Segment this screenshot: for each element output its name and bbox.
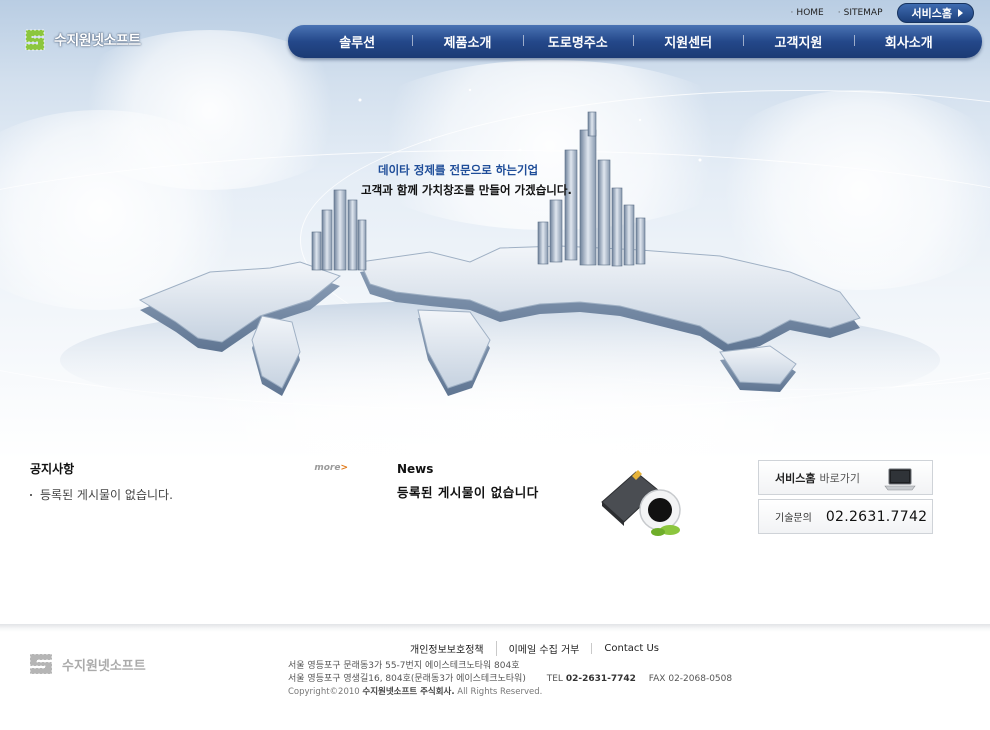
world-map-illustration xyxy=(60,88,940,420)
footer-logo: 수지원넷소프트 xyxy=(28,652,146,676)
home-link[interactable]: HOME xyxy=(791,8,823,18)
address-line-1: 서울 영등포구 문래동3가 55-7번지 에이스테크노타워 804호 xyxy=(288,660,732,673)
nav-item-customer-support[interactable]: 고객지원 xyxy=(743,32,853,51)
nav-item-solution[interactable]: 솔루션 xyxy=(302,32,412,51)
tech-support-label: 기술문의 xyxy=(775,513,812,524)
fax-number: 02-2068-0508 xyxy=(668,674,733,684)
laptop-icon xyxy=(884,468,916,491)
service-home-button[interactable]: 서비스홈 xyxy=(896,3,974,23)
stationery-illustration xyxy=(601,470,681,536)
slogan: 데이타 정제를 전문으로 하는기업 고객과 함께 가치창조를 만들어 가겠습니다… xyxy=(361,160,572,200)
fax-label: FAX xyxy=(648,674,666,684)
arrow-right-icon xyxy=(958,9,963,17)
bullet-icon xyxy=(30,493,32,496)
more-label: more xyxy=(314,463,341,473)
service-home-label: 서비스홈 xyxy=(911,7,952,20)
address-line-2: 서울 영등포구 영생길16, 804호(문래동3가 에이스테크노타워) TEL … xyxy=(288,673,732,686)
notice-more-link[interactable]: more> xyxy=(314,463,348,473)
service-home-shortcut[interactable]: 서비스홈 바로가기 xyxy=(758,460,933,495)
news-empty-message: 등록된 게시물이 없습니다 xyxy=(397,485,539,500)
copyright-prefix: Copyright©2010 xyxy=(288,687,360,697)
footer-divider xyxy=(0,624,990,632)
hero-banner: 수지원넷소프트 HOME SITEMAP 서비스홈 솔루션 제품소개 도로명주소… xyxy=(0,0,990,460)
utility-nav: HOME SITEMAP 서비스홈 xyxy=(791,3,974,23)
copyright: Copyright©2010 수지원넷소프트 주식회사. All Rights … xyxy=(288,686,732,699)
nav-item-products[interactable]: 제품소개 xyxy=(412,32,522,51)
footer-logo-mark-icon xyxy=(29,653,53,675)
logo-text: 수지원넷소프트 xyxy=(54,33,141,49)
contact-us-link[interactable]: Contact Us xyxy=(591,643,671,654)
address-2-text: 서울 영등포구 영생길16, 804호(문래동3가 에이스테크노타워) xyxy=(288,674,526,684)
list-item: 등록된 게시물이 없습니다. xyxy=(30,486,348,503)
page: 수지원넷소프트 HOME SITEMAP 서비스홈 솔루션 제품소개 도로명주소… xyxy=(0,0,990,730)
shortcut-label: 서비스홈 xyxy=(775,471,816,485)
more-arrow-icon: > xyxy=(340,463,348,473)
tel-number: 02-2631-7742 xyxy=(565,674,636,684)
main-nav: 솔루션 제품소개 도로명주소 지원센터 고객지원 회사소개 xyxy=(288,25,982,58)
footer-logo-text: 수지원넷소프트 xyxy=(62,658,146,674)
footer: 수지원넷소프트 개인정보보호정책 이메일 수집 거부 Contact Us 서울… xyxy=(0,624,990,730)
privacy-policy-link[interactable]: 개인정보보호정책 xyxy=(410,641,496,656)
footer-links: 개인정보보호정책 이메일 수집 거부 Contact Us xyxy=(410,641,671,656)
notice-board: 공지사항 more> 등록된 게시물이 없습니다. xyxy=(30,460,348,503)
copyright-company: 수지원넷소프트 주식회사. xyxy=(362,687,455,697)
site-logo[interactable]: 수지원넷소프트 xyxy=(24,28,141,52)
footer-address: 서울 영등포구 문래동3가 55-7번지 에이스테크노타워 804호 서울 영등… xyxy=(288,660,732,699)
nav-item-company[interactable]: 회사소개 xyxy=(853,32,964,51)
email-refusal-link[interactable]: 이메일 수집 거부 xyxy=(495,641,592,656)
nav-item-support-center[interactable]: 지원센터 xyxy=(632,32,743,51)
notice-item-text: 등록된 게시물이 없습니다. xyxy=(40,488,173,502)
logo-mark-icon xyxy=(25,29,45,51)
nav-item-road-address[interactable]: 도로명주소 xyxy=(522,32,633,51)
address-1-text: 서울 영등포구 문래동3가 55-7번지 에이스테크노타워 804호 xyxy=(288,661,520,671)
copyright-rights: All Rights Reserved. xyxy=(457,687,543,697)
tech-support-phone: 02.2631.7742 xyxy=(825,508,928,525)
notice-title: 공지사항 xyxy=(30,462,75,476)
tech-support-contact: 기술문의 02.2631.7742 xyxy=(758,499,933,534)
sitemap-link[interactable]: SITEMAP xyxy=(838,8,883,18)
news-board: News 등록된 게시물이 없습니다 xyxy=(397,462,539,501)
slogan-line-2: 고객과 함께 가치창조를 만들어 가겠습니다. xyxy=(361,183,572,197)
shortcut-sublabel: 바로가기 xyxy=(819,471,860,485)
news-title: News xyxy=(397,462,434,476)
slogan-line-1: 데이타 정제를 전문으로 하는기업 xyxy=(378,163,539,177)
tel-label: TEL xyxy=(546,674,563,684)
